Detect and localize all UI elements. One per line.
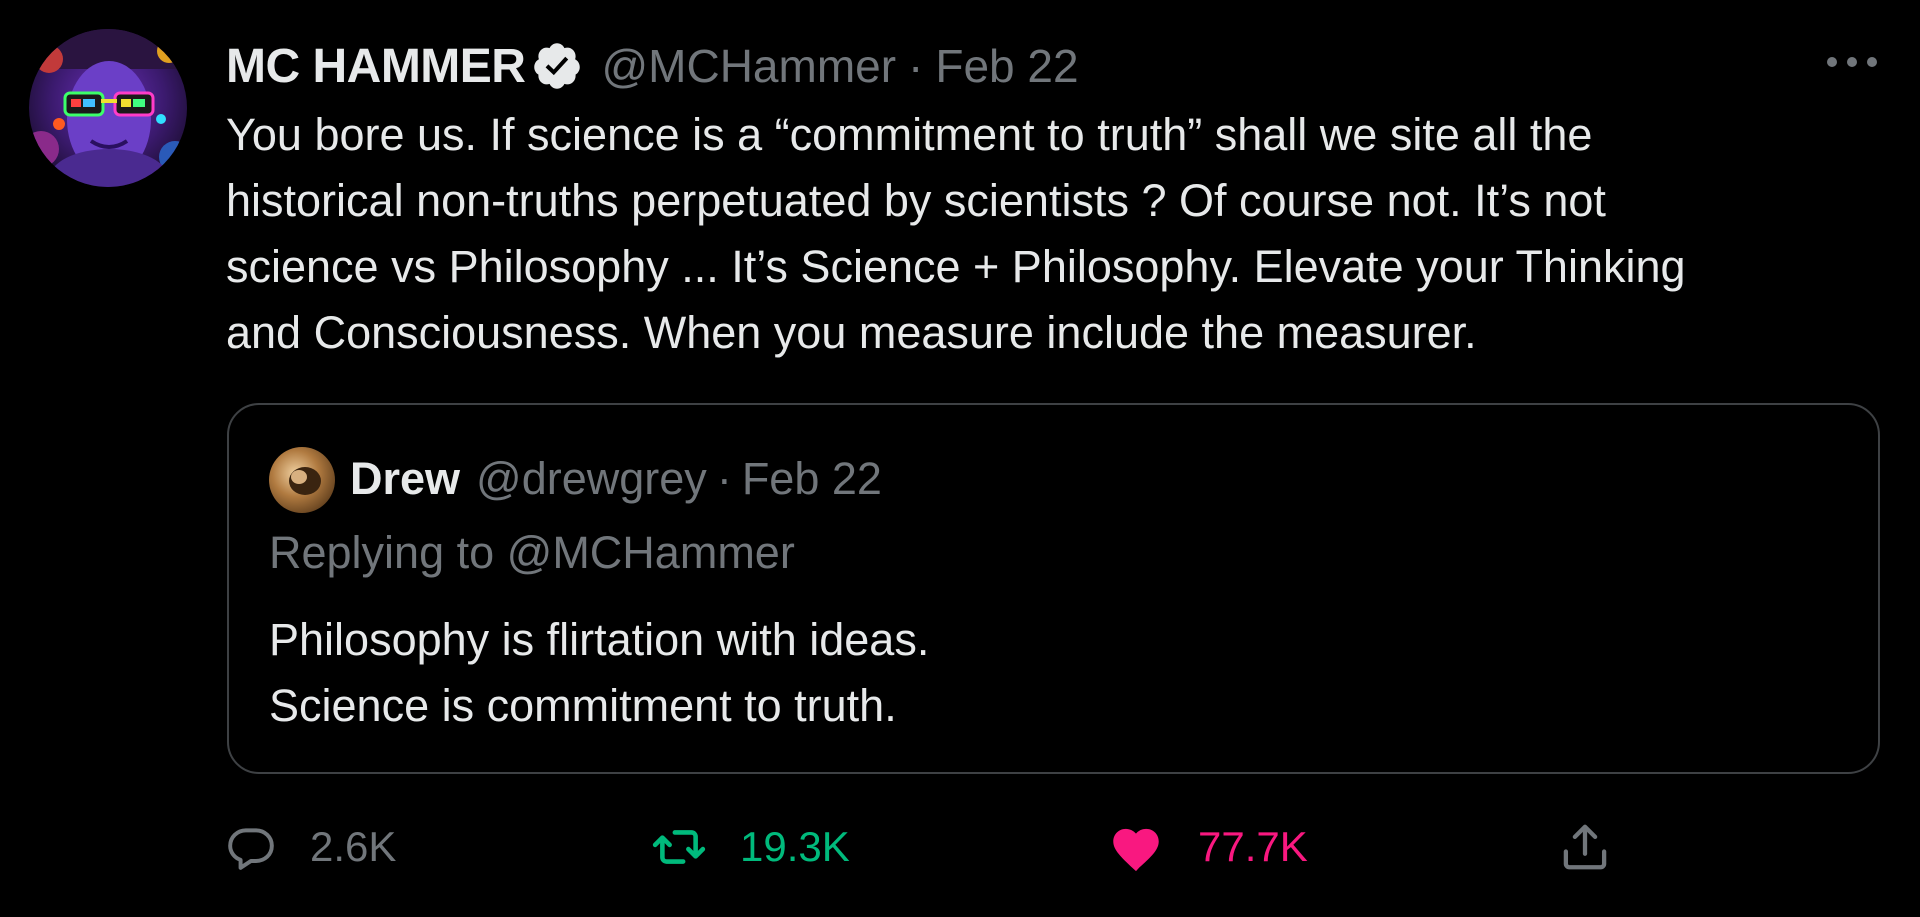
quoted-tweet-date[interactable]: Feb 22: [742, 453, 882, 505]
replying-to-prefix: Replying to: [269, 527, 507, 578]
tweet-actions-bar: 2.6K 19.3K 77.7K: [0, 810, 1920, 884]
replying-to-handle[interactable]: @MCHammer: [507, 527, 795, 578]
retweet-count: 19.3K: [740, 823, 850, 870]
quoted-tweet-text: Philosophy is flirtation with ideas. Sci…: [269, 614, 930, 731]
quoted-author-handle[interactable]: @drewgrey: [476, 453, 707, 505]
author-avatar[interactable]: [29, 29, 187, 187]
tweet-date[interactable]: Feb 22: [935, 39, 1078, 93]
verified-badge-icon: [531, 40, 583, 92]
replying-to-line: Replying to @MCHammer: [269, 527, 795, 579]
reply-count: 2.6K: [310, 823, 397, 870]
author-handle[interactable]: @MCHammer: [601, 39, 896, 93]
author-display-name[interactable]: MC HAMMER: [226, 39, 526, 94]
quoted-tweet-header: Drew @drewgrey · Feb 22: [350, 449, 882, 509]
quoted-author-avatar[interactable]: [269, 447, 335, 513]
retweet-icon: [652, 822, 706, 872]
share-button[interactable]: [1558, 810, 1612, 884]
tweet-text: You bore us. If science is a “commitment…: [226, 109, 1686, 358]
reply-button[interactable]: 2.6K: [226, 810, 396, 884]
quoted-tweet[interactable]: Drew @drewgrey · Feb 22 Replying to @MCH…: [227, 403, 1880, 774]
retweet-button[interactable]: 19.3K: [652, 810, 850, 884]
separator-dot: ·: [716, 453, 732, 504]
share-icon: [1558, 820, 1612, 874]
like-count: 77.7K: [1198, 823, 1308, 870]
like-button[interactable]: 77.7K: [1108, 810, 1308, 884]
separator-dot: ·: [908, 40, 924, 92]
reply-icon: [226, 822, 276, 872]
more-horizontal-icon[interactable]: [1820, 42, 1884, 82]
heart-icon: [1108, 822, 1164, 872]
quoted-author-display-name[interactable]: Drew: [350, 453, 460, 505]
tweet: MC HAMMER @MCHammer · Feb 22 You bore us…: [0, 0, 1920, 917]
tweet-header: MC HAMMER @MCHammer · Feb 22: [226, 36, 1079, 96]
